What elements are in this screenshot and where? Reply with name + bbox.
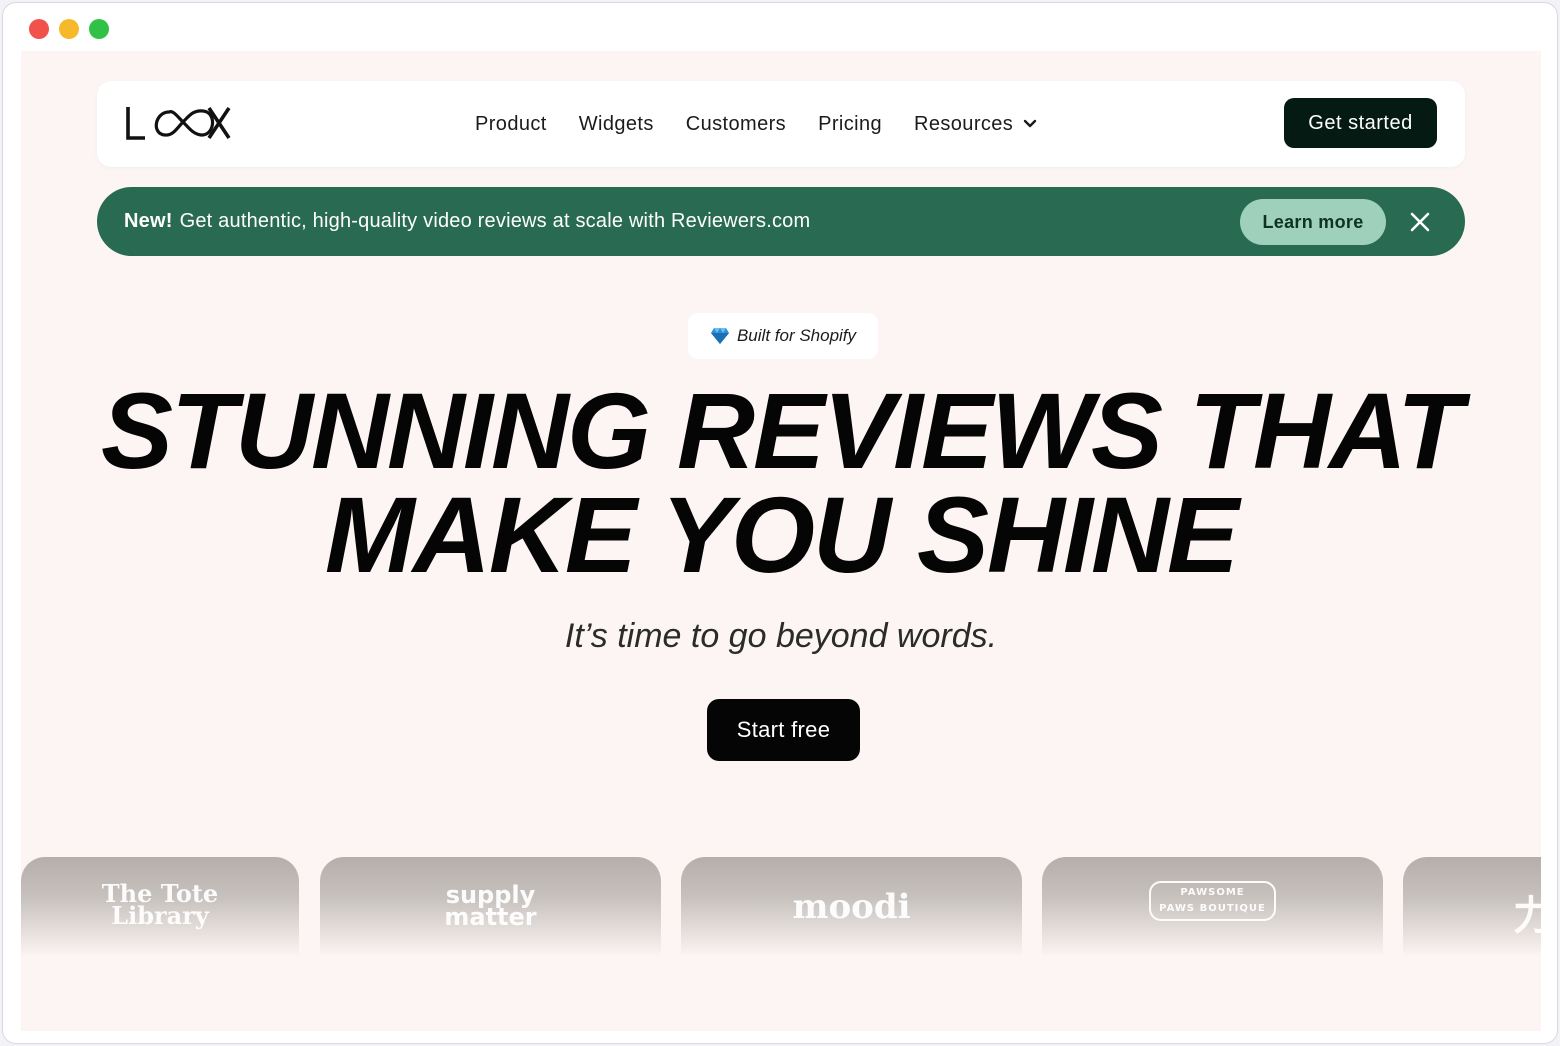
minimize-window-button[interactable] [59, 19, 79, 39]
moodi-logo: moodi [792, 887, 911, 927]
top-navigation: Product Widgets Customers Pricing Resour… [97, 81, 1465, 167]
diamond-icon [710, 327, 730, 345]
nav-pricing[interactable]: Pricing [818, 113, 882, 136]
customer-logo-card: supply matter [320, 857, 661, 957]
start-free-button[interactable]: Start free [707, 699, 860, 761]
hero-subtitle: It’s time to go beyond words. [564, 617, 998, 655]
badge-label: Built for Shopify [736, 326, 857, 345]
nav-resources-label: Resources [914, 112, 1014, 135]
hero-heading: STUNNING REVIEWS THAT MAKE YOU SHINE [21, 370, 1541, 595]
tote-library-logo: The Tote Library [101, 879, 219, 930]
supply-matter-logo: supply matter [444, 881, 537, 931]
partial-logo: 力 [1513, 881, 1541, 941]
built-for-shopify-badge: Built for Shopify [688, 313, 878, 359]
announcement-banner: New! Get authentic, high-quality video r… [97, 187, 1465, 256]
browser-window: Product Widgets Customers Pricing Resour… [2, 2, 1558, 1044]
hero-heading-line-1: STUNNING REVIEWS THAT [101, 370, 1463, 491]
nav-customers[interactable]: Customers [686, 113, 786, 136]
customer-logos-strip: The Tote Library supply matter moodi PAW… [21, 857, 1541, 957]
window-controls [29, 19, 109, 39]
nav-links: Product Widgets Customers Pricing Resour… [475, 81, 1069, 167]
loox-logo[interactable] [125, 103, 231, 143]
get-started-button[interactable]: Get started [1284, 98, 1437, 148]
learn-more-button[interactable]: Learn more [1240, 199, 1386, 245]
banner-message: New! Get authentic, high-quality video r… [124, 187, 810, 256]
banner-text: Get authentic, high-quality video review… [179, 210, 811, 232]
close-window-button[interactable] [29, 19, 49, 39]
nav-product[interactable]: Product [475, 113, 547, 136]
customer-logo-card: moodi [681, 857, 1022, 957]
pawsome-paws-logo: PAWSOME PAWS BOUTIQUE [1149, 881, 1276, 921]
banner-new-label: New! [124, 210, 173, 232]
nav-widgets[interactable]: Widgets [579, 113, 654, 136]
close-banner-button[interactable] [1407, 209, 1433, 235]
chevron-down-icon [1023, 119, 1037, 129]
maximize-window-button[interactable] [89, 19, 109, 39]
hero-heading-line-2: MAKE YOU SHINE [324, 474, 1239, 595]
close-icon [1410, 212, 1430, 232]
customer-logo-card: PAWSOME PAWS BOUTIQUE [1042, 857, 1383, 957]
customer-logo-card: The Tote Library [21, 857, 299, 957]
customer-logo-card: 力 [1403, 857, 1541, 957]
page-content: Product Widgets Customers Pricing Resour… [21, 51, 1541, 1031]
nav-resources[interactable]: Resources [914, 113, 1037, 136]
loox-logo-mark [126, 107, 231, 140]
